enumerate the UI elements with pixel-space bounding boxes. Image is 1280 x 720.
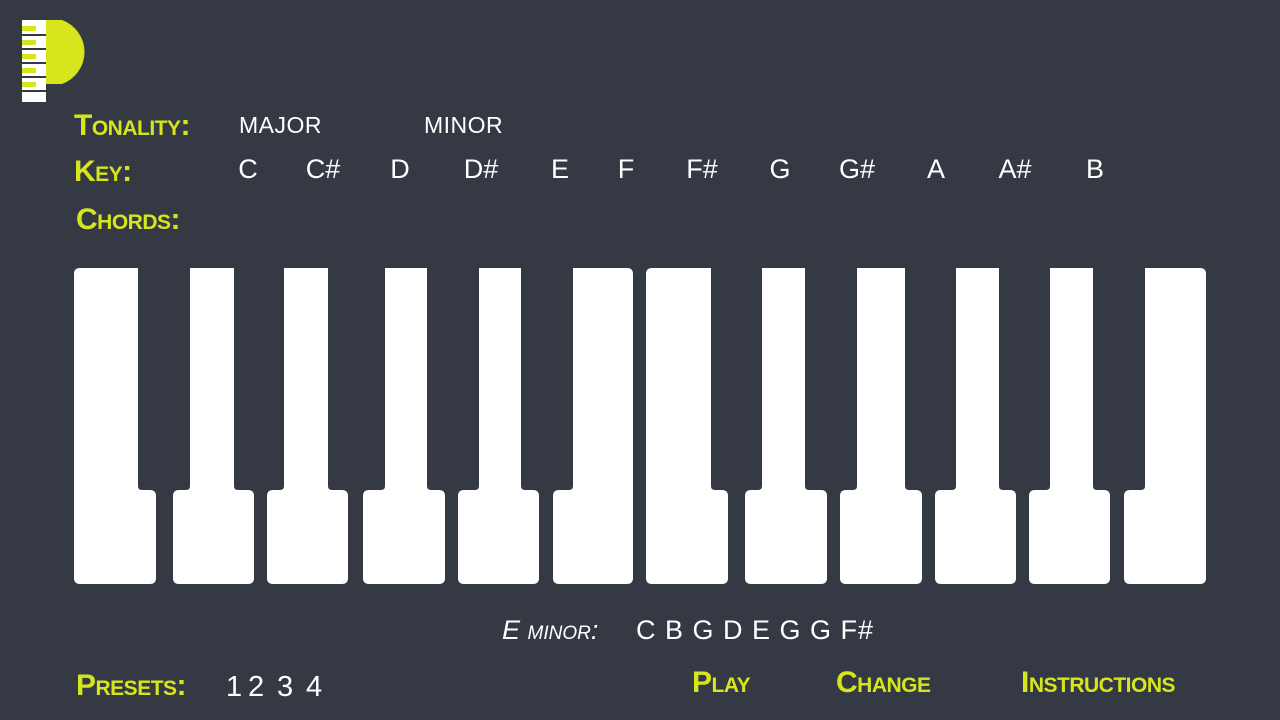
key-option-f-sharp[interactable]: F# — [686, 156, 718, 183]
key-option-c[interactable]: C — [238, 156, 258, 183]
piano-keyboard — [74, 268, 1206, 584]
white-key-e[interactable] — [267, 268, 348, 584]
key-option-a[interactable]: A — [927, 156, 945, 183]
key-option-g-sharp[interactable]: G# — [839, 156, 875, 183]
chord-notes: C B G D E G G F# — [636, 615, 875, 645]
presets-label: Presets: — [76, 669, 187, 702]
chords-label: Chords: — [76, 203, 181, 236]
white-key-f[interactable] — [363, 268, 445, 584]
white-key-a[interactable] — [553, 268, 633, 584]
tonality-option-minor[interactable]: MINOR — [424, 114, 503, 137]
white-key-b[interactable] — [646, 268, 728, 584]
white-key-c2[interactable] — [745, 268, 827, 584]
key-option-b[interactable]: B — [1086, 156, 1104, 183]
key-option-d-sharp[interactable]: D# — [464, 156, 499, 183]
tonality-label: Tonality: — [74, 109, 190, 142]
tonality-option-major[interactable]: MAJOR — [239, 114, 322, 137]
white-key-g2[interactable] — [1124, 268, 1206, 584]
white-key-e2[interactable] — [935, 268, 1016, 584]
white-key-c[interactable] — [74, 268, 156, 584]
preset-1-button[interactable]: 1 — [226, 673, 242, 702]
play-button[interactable]: Play — [692, 668, 751, 698]
key-option-f[interactable]: F — [618, 156, 635, 183]
white-key-d[interactable] — [173, 268, 254, 584]
instructions-button[interactable]: Instructions — [1021, 668, 1176, 698]
key-option-e[interactable]: E — [551, 156, 569, 183]
key-option-g[interactable]: G — [769, 156, 790, 183]
white-key-g[interactable] — [458, 268, 539, 584]
preset-2-button[interactable]: 2 — [248, 673, 264, 702]
key-option-d[interactable]: D — [390, 156, 410, 183]
change-button[interactable]: Change — [836, 668, 931, 698]
preset-3-button[interactable]: 3 — [277, 673, 293, 702]
app-root: Tonality: MAJOR MINOR Key: C C# D D# E F… — [0, 0, 1280, 720]
key-label: Key: — [74, 155, 132, 188]
preset-4-button[interactable]: 4 — [306, 673, 322, 702]
white-key-d2[interactable] — [840, 268, 922, 584]
key-option-a-sharp[interactable]: A# — [998, 156, 1031, 183]
white-key-f2[interactable] — [1029, 268, 1110, 584]
chord-name: E minor: — [502, 615, 599, 645]
piano-logo-icon — [22, 20, 85, 102]
key-option-c-sharp[interactable]: C# — [306, 156, 341, 183]
